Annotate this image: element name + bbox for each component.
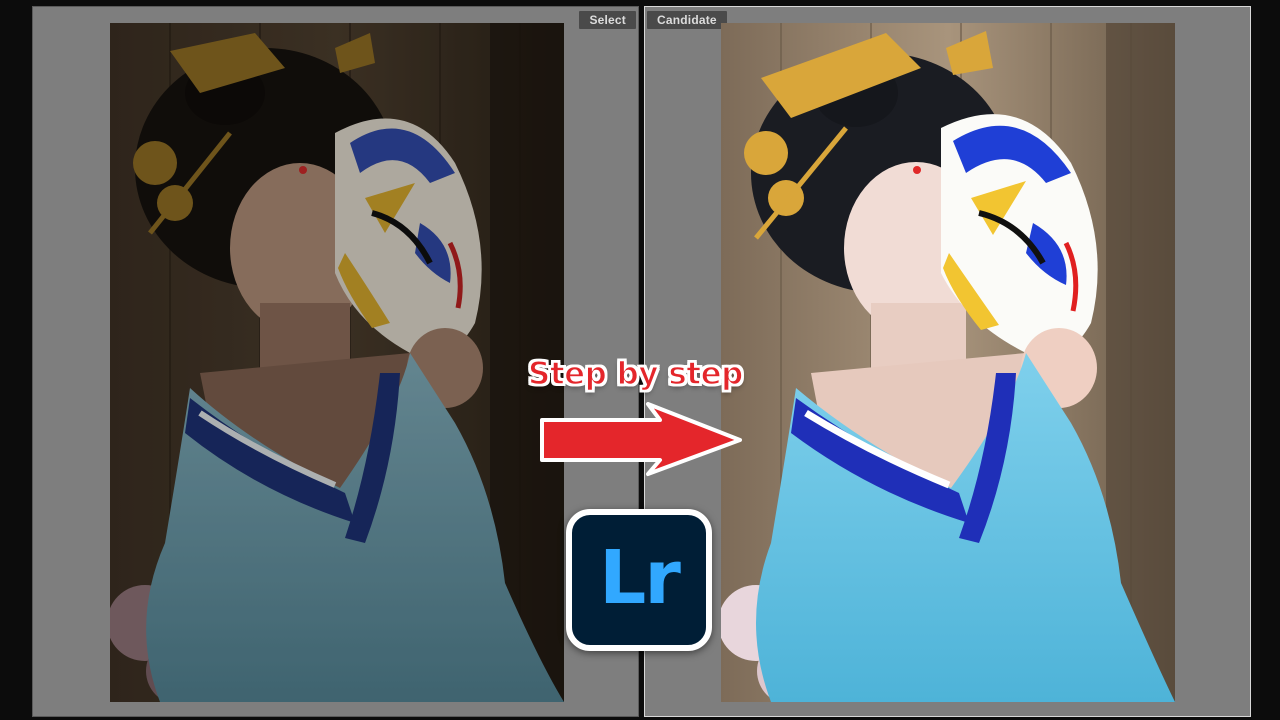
candidate-label: Candidate — [647, 11, 727, 29]
before-photo[interactable] — [110, 23, 564, 702]
select-label: Select — [579, 11, 636, 29]
step-by-step-caption: Step by step — [527, 355, 744, 393]
lightroom-logo-text: Lr — [599, 535, 681, 621]
arrow-right-icon — [540, 402, 742, 476]
after-photo[interactable] — [721, 23, 1175, 702]
lightroom-logo: Lr — [566, 509, 712, 651]
